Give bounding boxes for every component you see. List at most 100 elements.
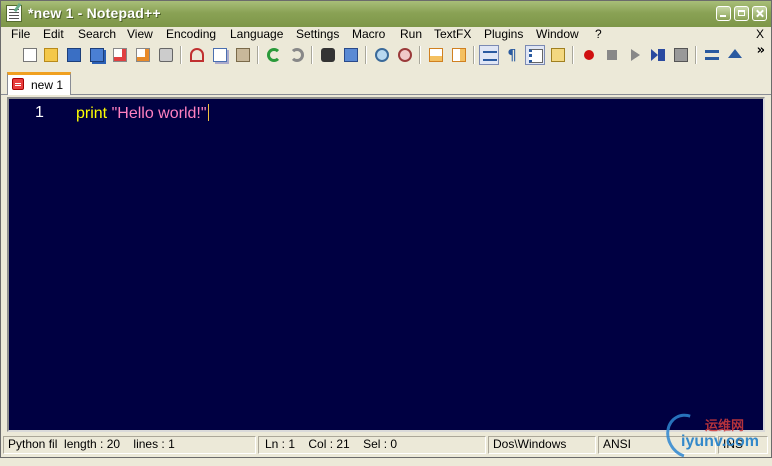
cut-button[interactable] [187,45,207,65]
zoom-in-icon [375,48,389,62]
menu-file[interactable]: File [11,27,30,43]
menu-run[interactable]: Run [400,27,422,43]
stop-recording-button[interactable] [602,45,622,65]
line-number: 1 [35,104,44,121]
notepad-app-icon[interactable] [6,5,22,22]
triangle-up-icon [728,49,742,58]
menu-bar: File Edit Search View Encoding Language … [1,27,771,43]
notepadpp-window: *new 1 - Notepad++ File Edit Search View… [0,0,772,466]
tab-new-1[interactable]: new 1 [7,72,71,95]
tab-label: new 1 [31,78,64,92]
status-position: Ln : 1 Col : 21 Sel : 0 [258,436,486,454]
play-icon [631,49,640,61]
status-file-info: Python fil length : 20 lines : 1 [3,436,256,454]
user-language-icon [551,48,565,62]
menu-macro[interactable]: Macro [352,27,385,43]
printer-icon [159,48,173,62]
play-macro-button[interactable] [625,45,645,65]
save-macro-button[interactable] [671,45,691,65]
menu-settings[interactable]: Settings [296,27,339,43]
close-all-button[interactable] [133,45,153,65]
user-language-button[interactable] [548,45,568,65]
unfold-button[interactable] [725,45,745,65]
word-wrap-icon [483,51,497,61]
record-icon [584,50,594,60]
tab-bar: new 1 [1,69,771,95]
copy-button[interactable] [210,45,230,65]
unsaved-file-icon [12,78,24,90]
toolbar-separator [419,46,421,64]
floppy-icon [67,48,81,62]
close-window-button[interactable] [752,6,767,21]
close-file-icon [113,48,127,62]
status-col: Col : 21 [308,437,350,451]
zoom-out-icon [398,48,412,62]
menu-window[interactable]: Window [536,27,579,43]
menu-language[interactable]: Language [230,27,283,43]
title-bar[interactable]: *new 1 - Notepad++ [1,1,771,27]
fast-forward-icon [651,49,658,61]
paste-button[interactable] [233,45,253,65]
toolbar-separator [572,46,574,64]
toolbar-overflow-chevron-icon[interactable]: » [757,43,765,58]
undo-button[interactable] [264,45,284,65]
sync-vertical-icon [429,48,443,62]
status-encoding: ANSI [598,436,716,454]
toolbar-separator [473,46,475,64]
menu-edit[interactable]: Edit [43,27,64,43]
indent-guide-button[interactable] [525,45,545,65]
close-document-x[interactable]: X [756,27,764,41]
save-macro-icon [674,48,688,62]
close-file-button[interactable] [110,45,130,65]
show-all-chars-button[interactable]: ¶ [502,45,522,65]
menu-plugins[interactable]: Plugins [484,27,523,43]
zoom-out-button[interactable] [395,45,415,65]
keyword-token: print [76,105,108,122]
menu-view[interactable]: View [127,27,153,43]
word-wrap-button[interactable] [479,45,499,65]
status-filetype: Python fil [8,437,58,451]
status-lines: lines : 1 [133,437,175,451]
run-macro-multiple-button[interactable] [648,45,668,65]
status-eol: Dos\Windows [488,436,596,454]
editor-area[interactable]: 1 print "Hello world!" [7,97,765,432]
replace-button[interactable] [341,45,361,65]
code-line[interactable]: print "Hello world!" [76,104,209,123]
menu-search[interactable]: Search [78,27,116,43]
status-length: length : 20 [64,437,121,451]
status-bar: Python fil length : 20 lines : 1 Ln : 1 … [1,434,771,457]
sync-horizontal-button[interactable] [449,45,469,65]
fold-all-button[interactable] [702,45,722,65]
undo-arrow-icon [267,48,281,62]
sync-vertical-button[interactable] [426,45,446,65]
print-button[interactable] [156,45,176,65]
menu-encoding[interactable]: Encoding [166,27,216,43]
folder-open-icon [44,48,58,62]
text-cursor [207,104,209,121]
window-title: *new 1 - Notepad++ [28,5,161,21]
menu-help[interactable]: ? [595,27,602,43]
new-file-button[interactable] [20,45,40,65]
stop-icon [607,50,617,60]
menu-textfx[interactable]: TextFX [434,27,471,43]
copy-icon [213,48,227,62]
find-button[interactable] [318,45,338,65]
toolbar-separator [365,46,367,64]
floppy-stack-icon [90,48,104,62]
save-all-button[interactable] [87,45,107,65]
maximize-button[interactable] [734,6,749,21]
zoom-in-button[interactable] [372,45,392,65]
status-insert-mode: INS [718,436,768,454]
indent-guide-icon [529,49,543,63]
redo-button[interactable] [287,45,307,65]
string-token: "Hello world!" [111,105,207,122]
binoculars-icon [321,48,335,62]
minimize-button[interactable] [716,6,731,21]
replace-icon [344,48,358,62]
toolbar: ¶ » [1,43,771,69]
redo-arrow-icon [290,48,304,62]
toolbar-separator [180,46,182,64]
open-file-button[interactable] [41,45,61,65]
record-macro-button[interactable] [579,45,599,65]
save-button[interactable] [64,45,84,65]
